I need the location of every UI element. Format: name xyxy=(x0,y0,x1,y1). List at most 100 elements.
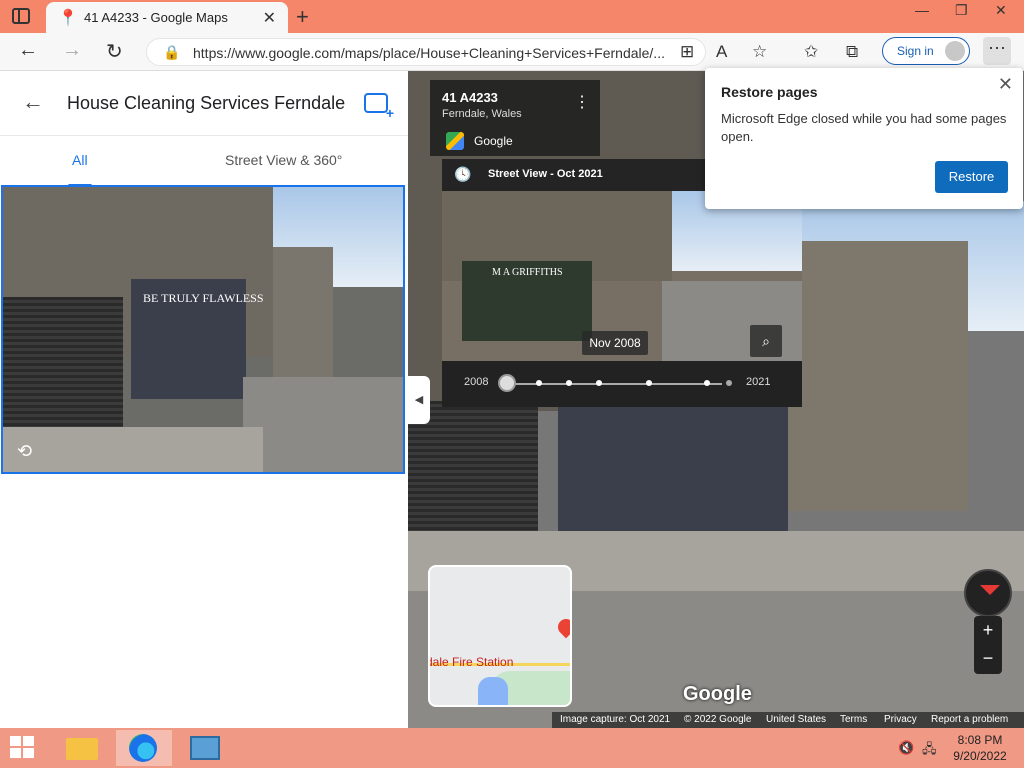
street-view-photo[interactable]: BE TRULY FLAWLESS ⟲ xyxy=(1,185,405,474)
region-link[interactable]: United States xyxy=(766,714,826,725)
edge-taskbar-icon[interactable] xyxy=(116,730,172,766)
address-toolbar: ← → ↻ 🔒 https://www.google.com/maps/plac… xyxy=(0,33,1024,71)
sv-building-corner xyxy=(788,241,968,511)
collapse-panel-button[interactable]: ◀ xyxy=(408,376,430,424)
timeline-dot[interactable] xyxy=(536,380,542,386)
browser-titlebar: 📍 41 A4233 - Google Maps ✕ + — ❐ ✕ xyxy=(0,0,1024,33)
timeline-dot[interactable] xyxy=(646,380,652,386)
zoom-controls: + − xyxy=(974,616,1002,674)
lock-icon[interactable]: 🔒 xyxy=(163,44,180,61)
zoom-out-button[interactable]: − xyxy=(974,648,1002,669)
provider-label: Google xyxy=(474,134,513,148)
report-problem-link[interactable]: Report a problem xyxy=(931,714,1008,725)
map-footer: Image capture: Oct 2021 © 2022 Google Un… xyxy=(552,712,1024,728)
compass-needle xyxy=(980,585,1000,595)
google-watermark: Google xyxy=(683,683,752,705)
zoom-in-button[interactable]: + xyxy=(974,620,1002,641)
street-view-date-label: Street View - Oct 2021 xyxy=(488,168,603,180)
location-pin-icon xyxy=(554,615,570,639)
sign-in-label: Sign in xyxy=(897,44,934,58)
clock[interactable]: 8:08 PM 9/20/2022 xyxy=(952,732,1008,764)
dialog-message: Microsoft Edge closed while you had some… xyxy=(721,111,1007,144)
photo-road xyxy=(243,377,403,472)
tab-street-view[interactable]: Street View & 360° xyxy=(225,152,342,168)
zoom-in-historic-icon[interactable]: ⌕ xyxy=(750,325,782,357)
history-clock-icon[interactable]: 🕓 xyxy=(454,166,471,183)
timeline-dot[interactable] xyxy=(704,380,710,386)
timeline-dot[interactable] xyxy=(566,380,572,386)
google-maps-icon xyxy=(446,132,464,150)
clock-date: 9/20/2022 xyxy=(953,749,1007,763)
timeline-start-year: 2008 xyxy=(464,376,489,388)
timeline-track xyxy=(502,383,722,385)
network-icon[interactable]: 🖧 xyxy=(922,740,937,762)
tab-all[interactable]: All xyxy=(72,152,88,168)
sign-in-button[interactable]: Sign in xyxy=(882,37,970,65)
folder-shape xyxy=(66,738,98,760)
clock-time: 8:08 PM xyxy=(957,733,1003,747)
timeline-dot[interactable] xyxy=(596,380,602,386)
restore-pages-dialog: Restore pages ✕ Microsoft Edge closed wh… xyxy=(705,68,1023,209)
place-panel: ← House Cleaning Services Ferndale All S… xyxy=(0,71,408,728)
read-aloud-icon[interactable]: A xyxy=(716,42,727,62)
refresh-icon[interactable]: ↻ xyxy=(106,39,123,64)
volume-muted-icon[interactable]: 🔇 xyxy=(898,740,914,756)
historic-date-label: Nov 2008 xyxy=(582,331,648,355)
timeline-slider[interactable]: 2008 2021 xyxy=(442,361,802,407)
privacy-link[interactable]: Privacy xyxy=(884,714,917,725)
add-favorite-icon[interactable]: ☆ xyxy=(752,42,767,62)
forward-icon[interactable]: → xyxy=(62,39,82,62)
photo-shutter xyxy=(3,297,123,437)
address-bar[interactable]: 🔒 https://www.google.com/maps/place/Hous… xyxy=(146,38,706,66)
control-panel-icon[interactable] xyxy=(178,730,234,766)
add-photo-icon[interactable] xyxy=(364,93,394,121)
location-locality: Ferndale, Wales xyxy=(442,108,522,120)
minimap-water xyxy=(478,677,508,705)
close-window-icon[interactable]: ✕ xyxy=(995,2,1007,19)
new-tab-icon[interactable]: + xyxy=(296,4,309,30)
windows-start-icon[interactable] xyxy=(10,736,36,760)
rotate-360-icon: ⟲ xyxy=(17,441,33,461)
historic-shop-sign: M A GRIFFITHS xyxy=(492,267,563,278)
location-card: 41 A4233 Ferndale, Wales Google ⋮ xyxy=(430,80,600,156)
historic-image[interactable]: M A GRIFFITHS Nov 2008 ⌕ xyxy=(442,191,802,361)
edge-logo xyxy=(129,734,157,762)
location-address: 41 A4233 xyxy=(442,90,498,105)
dialog-title: Restore pages xyxy=(721,84,818,100)
tab-actions-icon[interactable] xyxy=(12,8,30,24)
control-panel-shape xyxy=(190,736,220,760)
more-vert-icon[interactable]: ⋮ xyxy=(574,92,590,112)
browser-tab[interactable]: 📍 41 A4233 - Google Maps ✕ xyxy=(46,2,288,33)
file-explorer-icon[interactable] xyxy=(54,730,110,766)
profile-avatar-icon xyxy=(945,41,965,61)
restore-window-icon[interactable]: ❐ xyxy=(955,2,968,19)
terms-link[interactable]: Terms xyxy=(840,714,867,725)
timeline-thumb[interactable] xyxy=(498,374,516,392)
more-options-icon[interactable]: ⋯ xyxy=(983,37,1011,65)
mini-map[interactable]: dale Fire Station xyxy=(428,565,572,707)
url-text: https://www.google.com/maps/place/House+… xyxy=(193,45,665,61)
copyright-text: © 2022 Google xyxy=(684,714,752,725)
back-icon[interactable]: ← xyxy=(18,39,38,62)
collections-icon[interactable]: ⧉ xyxy=(846,42,858,62)
windows-taskbar: 🔇 🖧 8:08 PM 9/20/2022 xyxy=(0,728,1024,768)
place-title: House Cleaning Services Ferndale xyxy=(67,93,346,113)
tab-close-icon[interactable]: ✕ xyxy=(263,8,276,28)
minimap-place-label: dale Fire Station xyxy=(428,655,514,669)
maps-pin-icon: 📍 xyxy=(58,10,78,27)
tab-title: 41 A4233 - Google Maps xyxy=(84,10,228,25)
dialog-close-icon[interactable]: ✕ xyxy=(998,74,1013,95)
compass-icon[interactable] xyxy=(964,569,1012,617)
shop-sign-text: BE TRULY FLAWLESS xyxy=(143,291,264,305)
minimize-icon[interactable]: — xyxy=(915,2,929,18)
app-available-icon[interactable]: ⊞ xyxy=(680,42,694,62)
panel-back-icon[interactable]: ← xyxy=(22,89,44,115)
photo-building-side xyxy=(273,247,333,387)
favorites-icon[interactable]: ✩ xyxy=(804,42,818,62)
restore-button[interactable]: Restore xyxy=(935,161,1008,193)
sv-shopfront xyxy=(558,401,788,551)
time-machine-panel: M A GRIFFITHS Nov 2008 ⌕ 2008 2021 xyxy=(442,191,802,407)
timeline-end-year: 2021 xyxy=(746,376,771,388)
timeline-dot[interactable] xyxy=(726,380,732,386)
photo-pavement xyxy=(3,427,263,472)
